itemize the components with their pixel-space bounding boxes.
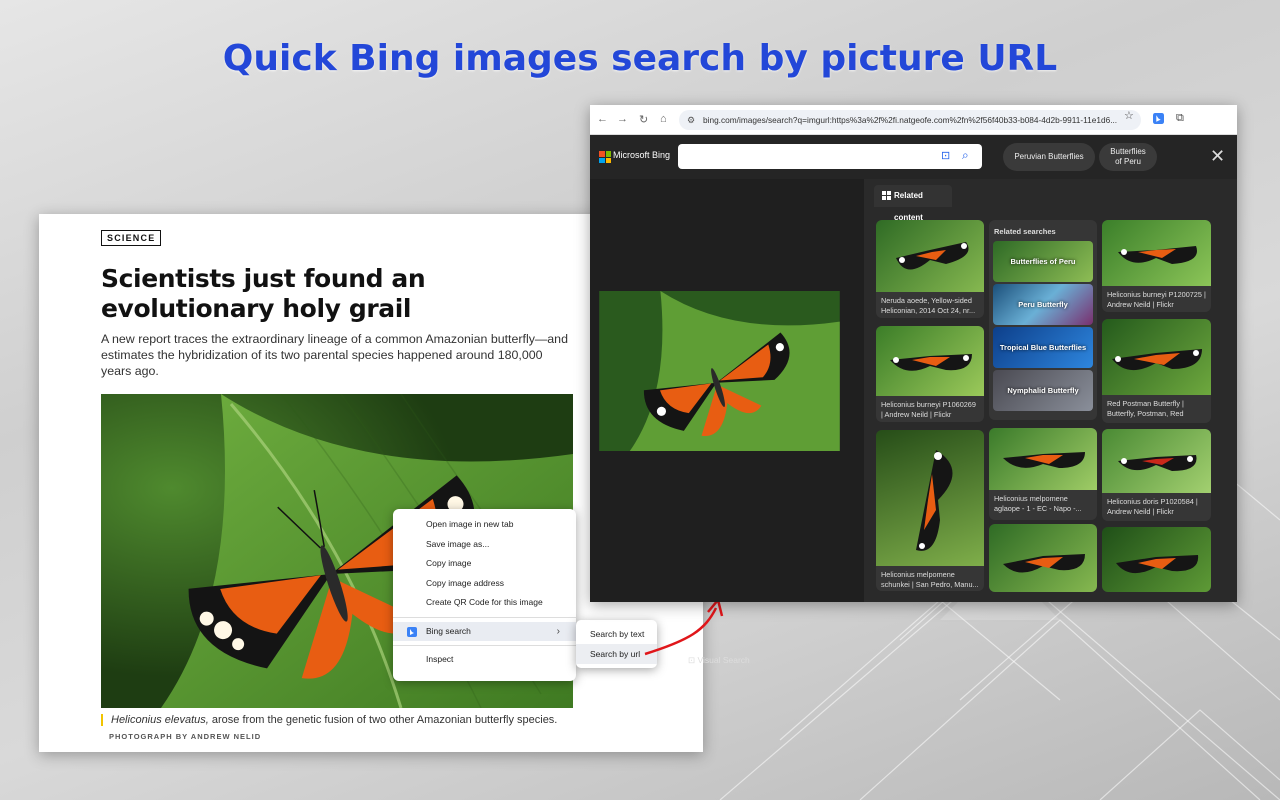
bing-header: Microsoft Bing ⊡ ⌕ Peruvian Butterflies … [590,135,1237,179]
bookmark-star-icon[interactable]: ☆ [1124,109,1134,122]
result-caption: Neruda aoede, Yellow-sided Heliconian, 2… [881,296,976,315]
bing-extension-icon[interactable] [1153,113,1164,124]
result-thumbnail [1102,527,1211,592]
bing-brand[interactable]: Microsoft Bing [613,150,670,160]
related-searches-title: Related searches [994,227,1056,236]
result-caption: Heliconius burneyi P1060269 | Andrew Nei… [881,400,976,419]
tab-related-content[interactable]: Related content [874,185,952,222]
result-caption: Heliconius burneyi P1200725 | Andrew Nei… [1107,290,1206,309]
related-searches-panel: Related searches Butterflies of Peru Per… [989,220,1097,420]
home-icon[interactable]: ⌂ [660,113,667,125]
pill-butterflies-of-peru[interactable]: Butterflies of Peru [1099,143,1157,171]
result-card[interactable]: Heliconius burneyi P1060269 | Andrew Nei… [876,326,984,422]
result-caption: Heliconius melpomene aglaope - 1 - EC - … [994,494,1082,513]
reload-icon[interactable]: ↻ [639,113,648,126]
result-thumbnail [876,220,984,292]
close-icon[interactable]: ✕ [1210,146,1225,167]
result-card[interactable]: Heliconius burneyi P1200725 | Andrew Nei… [1102,220,1211,312]
result-thumbnail [1102,429,1211,493]
result-thumbnail [1102,319,1211,395]
related-search-item[interactable]: Peru Butterfly [993,284,1093,325]
result-thumbnail [989,524,1097,592]
result-thumbnail [876,326,984,396]
result-card[interactable]: Red Postman Butterfly | Butterfly, Postm… [1102,319,1211,423]
search-icon[interactable]: ⌕ [962,148,975,162]
related-search-item[interactable]: Butterflies of Peru [993,241,1093,282]
result-thumbnail [1102,220,1211,286]
source-image-pane: ⊡ Visual Search [590,179,864,665]
url-text: bing.com/images/search?q=imgurl:https%3a… [703,115,1118,125]
browser-toolbar: ← → ↻ ⌂ ⚙ bing.com/images/search?q=imgur… [590,105,1237,135]
result-caption: Heliconius doris P1020584 | Andrew Neild… [1107,497,1198,516]
result-thumbnail [989,428,1097,490]
result-card[interactable]: Heliconius melpomene aglaope - 1 - EC - … [989,428,1097,520]
extensions-puzzle-icon[interactable]: ⧉ [1176,112,1184,125]
result-thumbnail [876,430,984,566]
related-search-item[interactable]: Nymphalid Butterfly [993,370,1093,411]
browser-window: ← → ↻ ⌂ ⚙ bing.com/images/search?q=imgur… [590,105,1237,665]
pill-peruvian-butterflies[interactable]: Peruvian Butterflies [1003,143,1095,171]
bing-search-box[interactable]: ⊡ ⌕ [678,144,982,169]
source-image[interactable] [599,291,840,451]
result-card[interactable] [1102,527,1211,592]
result-card[interactable] [989,524,1097,592]
visual-search-camera-icon[interactable]: ⊡ [941,149,954,162]
result-caption: Heliconius melpomene schunkei | San Pedr… [881,570,979,589]
address-bar[interactable]: ⚙ bing.com/images/search?q=imgurl:https%… [679,110,1141,130]
result-card[interactable]: Heliconius doris P1020584 | Andrew Neild… [1102,429,1211,521]
microsoft-logo-icon [599,151,611,163]
visual-search-label: Visual Search [697,655,750,665]
visual-search-link[interactable]: ⊡ Visual Search [688,655,750,666]
site-settings-icon[interactable]: ⚙ [687,110,695,130]
forward-icon[interactable]: → [617,113,628,125]
result-caption: Red Postman Butterfly | Butterfly, Postm… [1107,399,1184,418]
result-card[interactable]: Heliconius melpomene schunkei | San Pedr… [876,430,984,591]
butterfly-image [599,291,840,451]
related-search-item[interactable]: Tropical Blue Butterflies [993,327,1093,368]
result-card[interactable]: Neruda aoede, Yellow-sided Heliconian, 2… [876,220,984,318]
back-icon[interactable]: ← [597,113,608,125]
